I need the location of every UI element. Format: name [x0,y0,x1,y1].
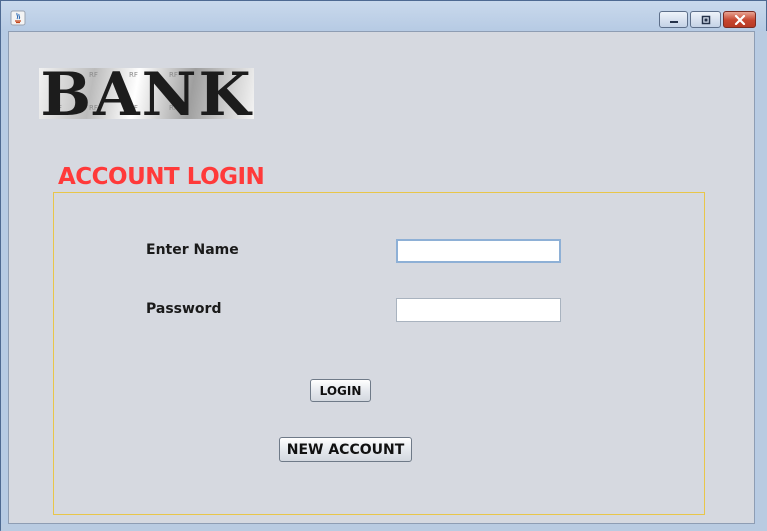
title-bar[interactable] [1,1,766,31]
password-label: Password [146,301,222,317]
minimize-icon [669,20,678,23]
close-button[interactable] [723,11,756,28]
restore-button[interactable] [690,11,721,28]
window-frame-right [757,31,767,524]
close-icon [734,14,745,25]
bank-logo: RF RF RF RF RF RF RF RF RF RF BANK [39,68,254,119]
login-button[interactable]: LOGIN [310,379,371,402]
login-panel [53,192,705,515]
account-login-heading: ACCOUNT LOGIN [58,164,265,190]
name-input[interactable] [396,239,561,263]
name-label: Enter Name [146,242,239,258]
java-app-icon[interactable] [10,10,26,26]
new-account-button[interactable]: NEW ACCOUNT [279,437,412,462]
bank-logo-text: BANK [40,68,253,119]
password-input[interactable] [396,298,561,322]
restore-icon [701,15,710,24]
minimize-button[interactable] [659,11,688,28]
application-window: RF RF RF RF RF RF RF RF RF RF BANK ACCOU… [0,0,767,531]
